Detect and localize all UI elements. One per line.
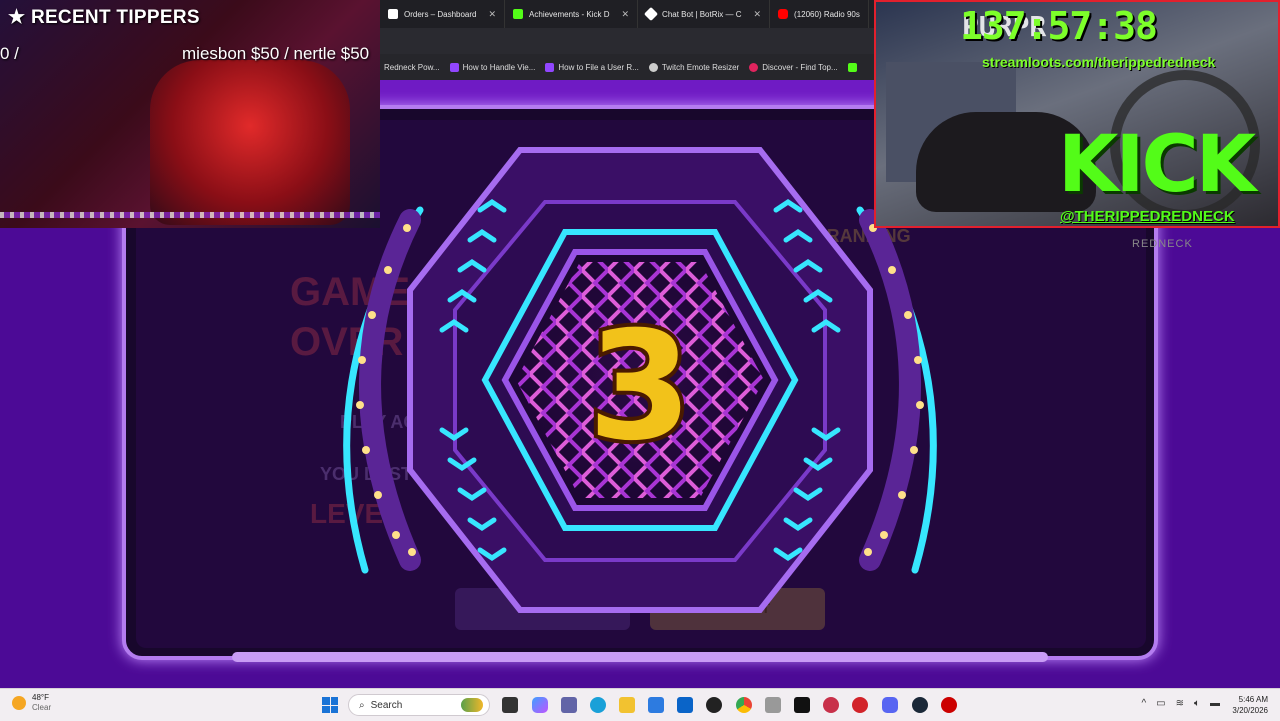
subathon-timer: 137:57:38 [960,4,1158,48]
chrome-icon[interactable] [736,697,752,713]
tipper-list: miesbon $50 / nertle $50 [182,44,370,63]
close-icon[interactable]: ✕ [488,9,496,20]
edge-icon[interactable] [590,697,606,713]
bookmark-item[interactable] [847,62,857,72]
clock-time: 5:46 AM [1238,695,1268,704]
bookmark-item[interactable]: Twitch Emote Resizer [648,62,740,72]
audio-app-icon[interactable] [823,697,839,713]
terminal-icon[interactable] [794,697,810,713]
led-strip [0,212,380,218]
bookmark-label: Twitch Emote Resizer [661,62,740,72]
kick-handle: @THERIPPEDREDNECK [1060,208,1235,225]
botrix-icon [643,6,659,22]
moon-icon [12,696,26,710]
close-icon[interactable]: ✕ [622,9,630,20]
obs-icon[interactable] [706,697,722,713]
kick-logo: KICK [1058,120,1256,210]
store-icon[interactable] [648,697,664,713]
bookmark-label: How to Handle Vie... [462,62,536,72]
weather-widget[interactable]: 48°F Clear [12,693,51,713]
battery-icon[interactable]: ▬ [1210,698,1220,709]
kick-icon [513,9,524,19]
bookmark-label: How to File a User R... [558,62,639,72]
chevron-up-icon[interactable]: ^ [1141,698,1146,709]
tab-chat-bot[interactable]: Chat Bot | BotRix — C ✕ [638,0,771,28]
gaming-chair [150,60,350,225]
twitch-icon [449,62,459,72]
frame-rail [232,652,1048,662]
steam-icon[interactable] [912,697,928,713]
windows-start-button[interactable] [322,697,338,713]
record-icon[interactable] [941,697,957,713]
wifi-icon[interactable]: ≋ [1176,698,1184,709]
address-bar-area [380,28,875,54]
tab-orders-dashboard[interactable]: Orders – Dashboard ✕ [380,0,506,28]
recent-tippers-label: RECENT TIPPERS [30,7,200,28]
weather-condition: Clear [32,703,52,712]
search-placeholder: Search [370,699,403,711]
search-icon: ⌕ [359,699,365,711]
bookmark-item[interactable]: Discover - Find Top... [749,62,838,72]
tab-achievements[interactable]: Achievements - Kick D ✕ [505,0,639,28]
discord-icon[interactable] [882,697,898,713]
bookmarks-bar: Redneck Pow... How to Handle Vie... How … [380,54,875,80]
recent-tippers-title: ★ RECENT TIPPERS [8,6,200,29]
tab-label: (12060) Radio 90s [794,9,860,19]
tab-radio[interactable]: (12060) Radio 90s [770,0,869,28]
teams-icon[interactable] [561,697,577,713]
monogram-icon [388,9,398,19]
star-icon: ★ [8,7,26,28]
globe-icon [648,62,658,72]
network-icon[interactable]: ▭ [1156,698,1165,709]
close-icon[interactable]: ✕ [753,9,761,20]
copilot-icon[interactable] [532,697,548,713]
outlook-icon[interactable] [677,697,693,713]
system-tray: ^ ▭ ≋ 🔈︎ ▬ [1141,698,1220,709]
youtube-icon [778,9,789,19]
bookmark-item[interactable]: How to File a User R... [545,62,639,72]
volume-icon[interactable]: 🔈︎ [1194,698,1200,709]
system-clock[interactable]: 5:46 AM 3/20/2026 [1232,694,1268,716]
streamloots-url: streamloots.com/therippedredneck [982,54,1216,70]
tool-icon[interactable] [765,697,781,713]
taskbar: 48°F Clear ⌕ Search ^ ▭ ≋ 🔈︎ ▬ 5:46 AM 3… [0,688,1280,721]
bookmark-item[interactable]: How to Handle Vie... [449,62,536,72]
tipper-fragment: 0 / [0,44,19,63]
search-highlight-icon [461,698,483,712]
clock-date: 3/20/2026 [1232,706,1268,715]
emblem-text: REDNECK [1132,238,1193,250]
bookmark-item[interactable]: Redneck Pow... [384,63,440,72]
bookmark-label: Redneck Pow... [384,62,440,72]
streamer-bot-icon[interactable] [852,697,868,713]
taskbar-search[interactable]: ⌕ Search [348,694,490,716]
kick-icon [847,62,857,72]
countdown-digit: 3 [588,300,692,474]
tab-label: Achievements - Kick D [529,9,610,19]
task-view-icon[interactable] [502,697,518,713]
weather-temp: 48°F [32,693,49,702]
webcam-left: ★ RECENT TIPPERS 0 / miesbon $50 / nertl… [0,0,380,228]
bookmark-label: Discover - Find Top... [762,62,838,72]
discover-icon [749,62,759,72]
tab-label: Orders – Dashboard [404,9,477,19]
file-explorer-icon[interactable] [619,697,635,713]
browser-tab-bar: Orders – Dashboard ✕ Achievements - Kick… [380,0,875,28]
twitch-icon [545,62,555,72]
tab-label: Chat Bot | BotRix — C [662,9,742,19]
